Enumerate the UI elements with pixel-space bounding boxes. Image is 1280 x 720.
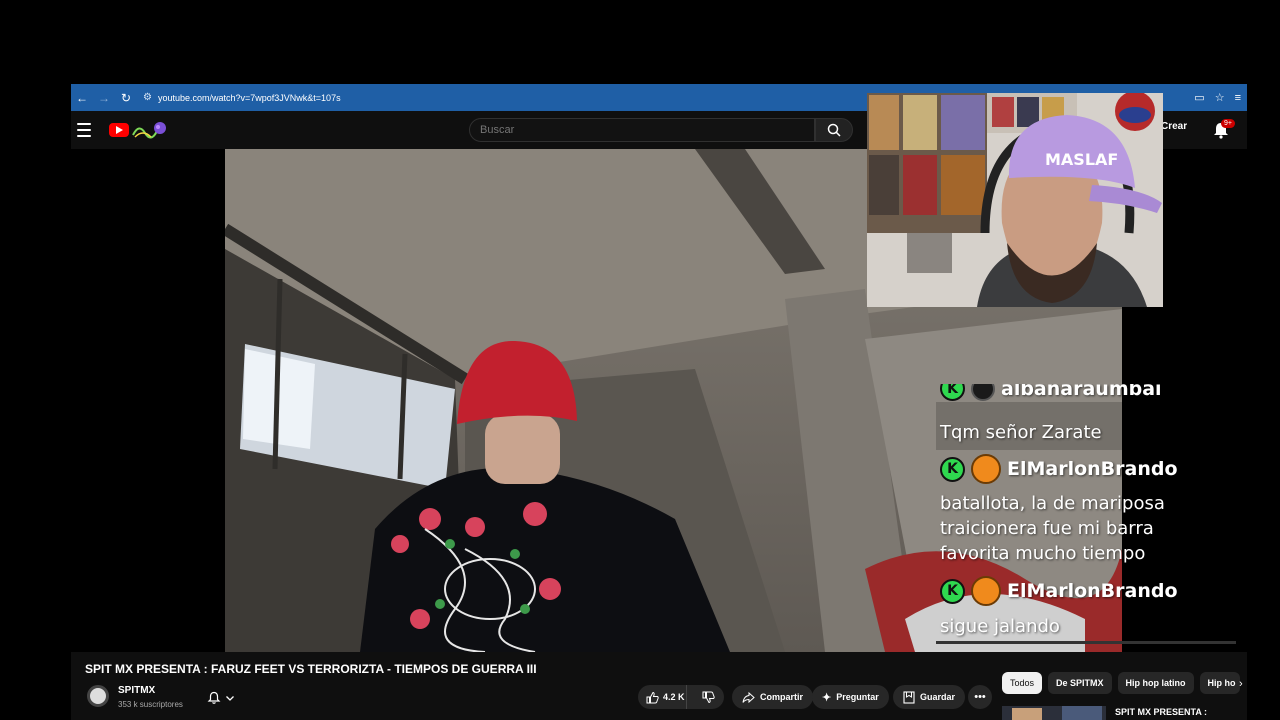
webcam-overlay: MASLAF bbox=[867, 93, 1163, 307]
doodle-logo[interactable] bbox=[131, 119, 167, 141]
chat-username: albanaraumbai bbox=[1001, 384, 1162, 400]
subscriber-count: 353 k suscriptores bbox=[118, 700, 183, 709]
thumbs-up-icon bbox=[646, 691, 659, 703]
chip-hip-hop[interactable]: Hip ho bbox=[1199, 672, 1240, 694]
thumbnail-image bbox=[1002, 706, 1106, 720]
share-label: Compartir bbox=[760, 692, 804, 702]
chat-user-row: K ElMarlonBrando bbox=[940, 576, 1178, 606]
chat-username: ElMarlonBrando bbox=[1007, 458, 1178, 480]
chat-message: favorita mucho tiempo bbox=[940, 543, 1146, 564]
site-settings-icon[interactable]: ⚙ bbox=[143, 92, 152, 103]
create-button[interactable]: Crear bbox=[1161, 121, 1187, 132]
channel-name[interactable]: SPITMX bbox=[118, 685, 155, 696]
like-dislike-group: 4.2 K bbox=[638, 685, 724, 709]
sparkle-icon: ✦ bbox=[822, 691, 832, 704]
recommendation-thumbnail[interactable] bbox=[1002, 706, 1106, 720]
back-button[interactable]: ← bbox=[71, 87, 93, 109]
chip-bar: Todos De SPITMX Hip hop latino Hip ho bbox=[1002, 672, 1240, 694]
kick-badge-icon: K bbox=[940, 578, 965, 604]
chip-todos[interactable]: Todos bbox=[1002, 672, 1043, 694]
ask-label: Preguntar bbox=[836, 692, 879, 702]
kick-badge-icon: K bbox=[940, 456, 965, 482]
video-title: SPIT MX PRESENTA : FARUZ FEET VS TERRORI… bbox=[85, 662, 537, 676]
user-avatar-icon bbox=[971, 576, 1001, 606]
youtube-logo[interactable] bbox=[109, 123, 129, 137]
subscription-bell-button[interactable] bbox=[199, 687, 243, 709]
user-avatar-icon bbox=[971, 384, 995, 401]
share-button[interactable]: Compartir bbox=[732, 685, 814, 709]
video-info-panel: SPIT MX PRESENTA : FARUZ FEET VS TERRORI… bbox=[71, 652, 1247, 720]
user-avatar-icon bbox=[971, 454, 1001, 484]
screen: ← → ↻ ⚙ youtube.com/watch?v=7wpof3JVNwk&… bbox=[0, 0, 1280, 720]
chat-user-row: K albanaraumbai bbox=[940, 384, 1162, 401]
webcam-frame: MASLAF bbox=[867, 93, 1163, 307]
chip-from-channel[interactable]: De SPITMX bbox=[1048, 672, 1112, 694]
ask-button[interactable]: ✦ Preguntar bbox=[812, 685, 889, 709]
address-bar[interactable]: ⚙ youtube.com/watch?v=7wpof3JVNwk&t=107s bbox=[143, 92, 341, 103]
chat-username: ElMarlonBrando bbox=[1007, 580, 1178, 602]
bell-icon bbox=[207, 691, 221, 704]
chevron-down-icon bbox=[226, 696, 234, 701]
notifications-badge: 9+ bbox=[1221, 119, 1235, 128]
recommendation-title[interactable]: SPIT MX PRESENTA : bbox=[1115, 707, 1207, 717]
dislike-button[interactable] bbox=[692, 691, 724, 704]
more-horizontal-icon: ••• bbox=[974, 691, 986, 703]
bookmark-star-icon[interactable]: ☆ bbox=[1215, 91, 1225, 104]
kick-badge-icon: K bbox=[940, 384, 965, 401]
share-icon bbox=[742, 691, 755, 703]
reload-button[interactable]: ↻ bbox=[115, 87, 137, 109]
chat-message: sigue jalando bbox=[940, 616, 1060, 637]
search-field[interactable] bbox=[469, 118, 815, 142]
url-text: youtube.com/watch?v=7wpof3JVNwk&t=107s bbox=[157, 92, 341, 103]
chat-overlay: K albanaraumbai Tqm señor Zarate K ElMar… bbox=[936, 384, 1236, 646]
save-playlist-icon bbox=[903, 690, 915, 704]
chat-message: traicionera fue mi barra bbox=[940, 518, 1154, 539]
like-button[interactable]: 4.2 K bbox=[638, 685, 688, 709]
browser-actions: ▭ ☆ ≡ bbox=[1194, 84, 1241, 111]
search-input[interactable] bbox=[470, 119, 814, 141]
install-icon[interactable]: ▭ bbox=[1194, 91, 1204, 104]
more-options-button[interactable]: ••• bbox=[968, 685, 992, 709]
hamburger-menu-icon[interactable] bbox=[77, 121, 91, 139]
cap-text: MASLAF bbox=[1045, 150, 1118, 169]
forward-button[interactable]: → bbox=[93, 87, 115, 109]
chevron-right-icon[interactable]: › bbox=[1239, 678, 1243, 690]
menu-lines-icon[interactable]: ≡ bbox=[1235, 92, 1241, 104]
chat-scrollbar bbox=[936, 641, 1236, 644]
chat-user-row: K ElMarlonBrando bbox=[940, 454, 1178, 484]
channel-avatar[interactable] bbox=[87, 685, 109, 707]
chip-hip-hop-latino[interactable]: Hip hop latino bbox=[1117, 672, 1194, 694]
search-button[interactable] bbox=[815, 118, 853, 142]
thumbs-down-icon bbox=[702, 691, 715, 703]
chat-message: batallota, la de mariposa bbox=[940, 493, 1165, 514]
save-button[interactable]: Guardar bbox=[893, 685, 966, 709]
chat-message: Tqm señor Zarate bbox=[940, 422, 1102, 443]
save-label: Guardar bbox=[920, 692, 956, 702]
search-icon bbox=[827, 123, 841, 137]
like-count: 4.2 K bbox=[663, 692, 685, 702]
